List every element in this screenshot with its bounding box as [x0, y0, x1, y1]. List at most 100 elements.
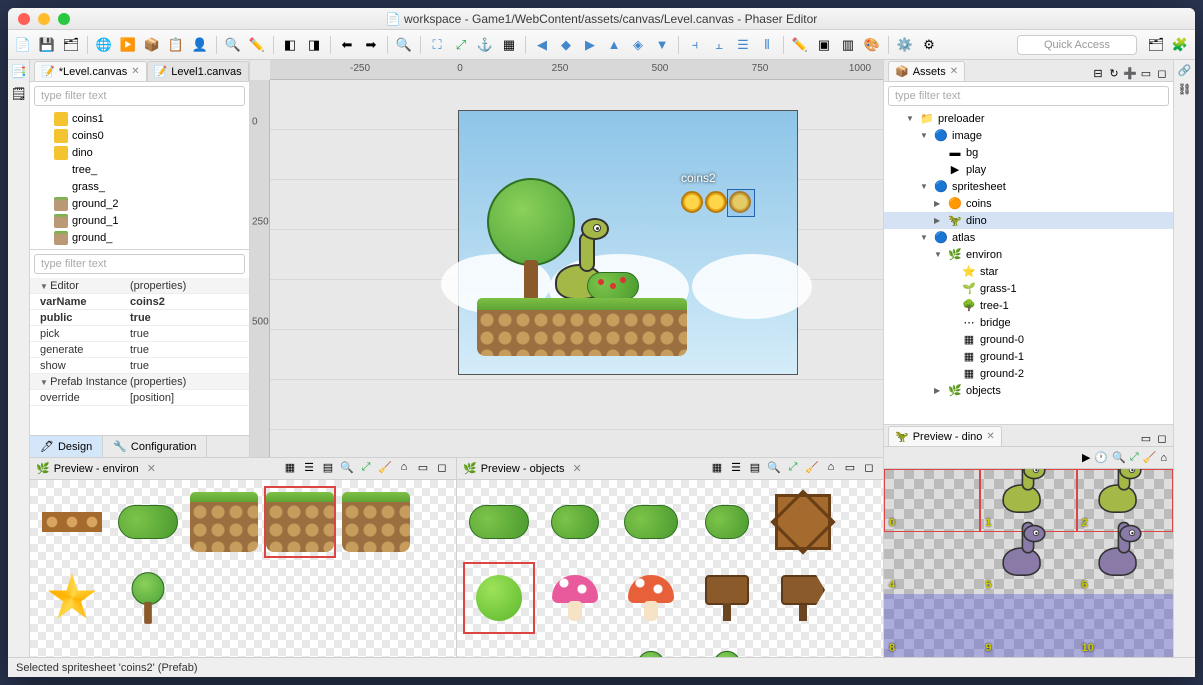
perspective-icon[interactable]: 🗂: [1145, 34, 1167, 56]
assets-filter-input[interactable]: [888, 86, 1169, 106]
thumb-tree[interactable]: [114, 564, 182, 632]
outline-item[interactable]: ground_2: [30, 195, 249, 212]
link-icon[interactable]: 🔗: [1178, 64, 1192, 77]
add-icon[interactable]: ➕: [1123, 67, 1137, 81]
wand-icon[interactable]: ✏️: [246, 34, 268, 56]
thumb-ball-selected[interactable]: [465, 564, 533, 632]
package-icon[interactable]: 📦: [141, 34, 163, 56]
outline-item[interactable]: dino: [30, 144, 249, 161]
close-icon[interactable]: ✕: [572, 462, 581, 475]
home-icon[interactable]: ⌂: [396, 461, 412, 477]
collapse-icon[interactable]: 📑: [11, 64, 27, 80]
asset-item[interactable]: ▶🟠coins: [884, 195, 1173, 212]
home-icon[interactable]: ⌂: [1160, 452, 1167, 464]
close-icon[interactable]: ✕: [131, 66, 139, 77]
play-icon[interactable]: ▶: [1082, 451, 1090, 464]
thumb-ground-selected[interactable]: [266, 488, 334, 556]
asset-item[interactable]: ▶🦖dino: [884, 212, 1173, 229]
preview-environ-body[interactable]: [30, 480, 456, 657]
tab-level-canvas[interactable]: 📝 *Level.canvas ✕: [34, 61, 147, 81]
fit-icon[interactable]: ⤢: [450, 34, 472, 56]
min-icon[interactable]: ▭: [415, 461, 431, 477]
toggle2-icon[interactable]: ◨: [303, 34, 325, 56]
thumb-arrow-sign[interactable]: [769, 564, 837, 632]
asset-item[interactable]: ▦ground-0: [884, 331, 1173, 348]
ground-sprite[interactable]: [477, 298, 687, 356]
sheet-icon[interactable]: 📋: [165, 34, 187, 56]
distr4-icon[interactable]: ⦀: [756, 34, 778, 56]
zoom-icon[interactable]: 🔍: [393, 34, 415, 56]
new-button[interactable]: 📄: [12, 34, 34, 56]
close-icon[interactable]: ✕: [950, 66, 958, 77]
distr3-icon[interactable]: ☰: [732, 34, 754, 56]
save-button[interactable]: 💾: [36, 34, 58, 56]
back-icon[interactable]: ⬅: [336, 34, 358, 56]
thumb-bush[interactable]: [617, 488, 685, 556]
align-center-icon[interactable]: ◆: [555, 34, 577, 56]
thumb-logs[interactable]: [38, 488, 106, 556]
thumb-ground[interactable]: [190, 488, 258, 556]
zoom-icon[interactable]: 🔍: [766, 461, 782, 477]
tab-configuration[interactable]: 🔧 Configuration: [103, 436, 207, 457]
asset-item[interactable]: ▼📁preloader: [884, 110, 1173, 127]
tab-level1-canvas[interactable]: 📝 Level1.canvas: [147, 61, 249, 81]
thumb-crate[interactable]: [769, 488, 837, 556]
dino-frame[interactable]: 9: [980, 594, 1076, 657]
asset-item[interactable]: ▦ground-1: [884, 348, 1173, 365]
layout2-icon[interactable]: ▥: [837, 34, 859, 56]
asset-item[interactable]: ▬bg: [884, 144, 1173, 161]
align-left-icon[interactable]: ◀: [531, 34, 553, 56]
tab-preview-dino[interactable]: 🦖 Preview - dino ✕: [888, 426, 1002, 446]
perspective2-icon[interactable]: 🧩: [1169, 34, 1191, 56]
anchor-icon[interactable]: ⚓: [474, 34, 496, 56]
dino-frame[interactable]: 0: [884, 469, 980, 532]
chain-icon[interactable]: ⛓: [1178, 83, 1192, 96]
canvas-editor[interactable]: -25002505007501000 0250500: [250, 60, 883, 457]
tab-assets[interactable]: 📦 Assets ✕: [888, 61, 965, 81]
outline-item[interactable]: coins1: [30, 110, 249, 127]
quick-access-input[interactable]: Quick Access: [1017, 35, 1137, 55]
asset-item[interactable]: ▶play: [884, 161, 1173, 178]
thumb-mushroom-pink[interactable]: [541, 564, 609, 632]
bush-sprite[interactable]: [587, 272, 639, 300]
outline-item[interactable]: coins0: [30, 127, 249, 144]
coin-sprite[interactable]: [705, 191, 727, 213]
zoom-icon[interactable]: 🔍: [339, 461, 355, 477]
forward-icon[interactable]: ➡: [360, 34, 382, 56]
home-icon[interactable]: ⌂: [823, 461, 839, 477]
thumb-bush[interactable]: [465, 488, 533, 556]
fit-icon[interactable]: ⤢: [1130, 451, 1139, 464]
user-icon[interactable]: 👤: [189, 34, 211, 56]
coin-sprite[interactable]: [681, 191, 703, 213]
thumb-bush[interactable]: [693, 488, 761, 556]
asset-item[interactable]: 🌳tree-1: [884, 297, 1173, 314]
zoom-icon[interactable]: 🔍: [1112, 451, 1126, 464]
fit-icon[interactable]: ⤢: [358, 461, 374, 477]
outline-item[interactable]: ground_1: [30, 212, 249, 229]
expand-icon[interactable]: ⛶: [426, 34, 448, 56]
asset-item[interactable]: ▼🌿environ: [884, 246, 1173, 263]
max-icon[interactable]: ◻: [1155, 432, 1169, 446]
dino-frame[interactable]: 4: [884, 532, 980, 595]
run-icon[interactable]: ▶️: [117, 34, 139, 56]
refresh-icon[interactable]: ↻: [1107, 67, 1121, 81]
scene-frame[interactable]: coins2: [458, 110, 798, 375]
view-list-icon[interactable]: ☰: [728, 461, 744, 477]
dino-frame[interactable]: 10: [1077, 594, 1173, 657]
close-icon[interactable]: ✕: [147, 462, 156, 475]
clear-icon[interactable]: 🧹: [804, 461, 820, 477]
asset-item[interactable]: ⋯bridge: [884, 314, 1173, 331]
outline-item[interactable]: ground_: [30, 229, 249, 246]
distr-v-icon[interactable]: ⫠: [708, 34, 730, 56]
globe-icon[interactable]: 🌐: [93, 34, 115, 56]
outline-tree[interactable]: coins1coins0dinotree_grass_ground_2groun…: [30, 110, 249, 250]
clear-icon[interactable]: 🧹: [377, 461, 393, 477]
outline-item[interactable]: grass_: [30, 178, 249, 195]
thumb-ground[interactable]: [342, 488, 410, 556]
grid-icon[interactable]: ▦: [498, 34, 520, 56]
asset-item[interactable]: 🌱grass-1: [884, 280, 1173, 297]
view-list-icon[interactable]: ☰: [301, 461, 317, 477]
thumb-sign[interactable]: [693, 564, 761, 632]
thumb-stump[interactable]: [541, 640, 609, 657]
max-icon[interactable]: ◻: [1155, 67, 1169, 81]
